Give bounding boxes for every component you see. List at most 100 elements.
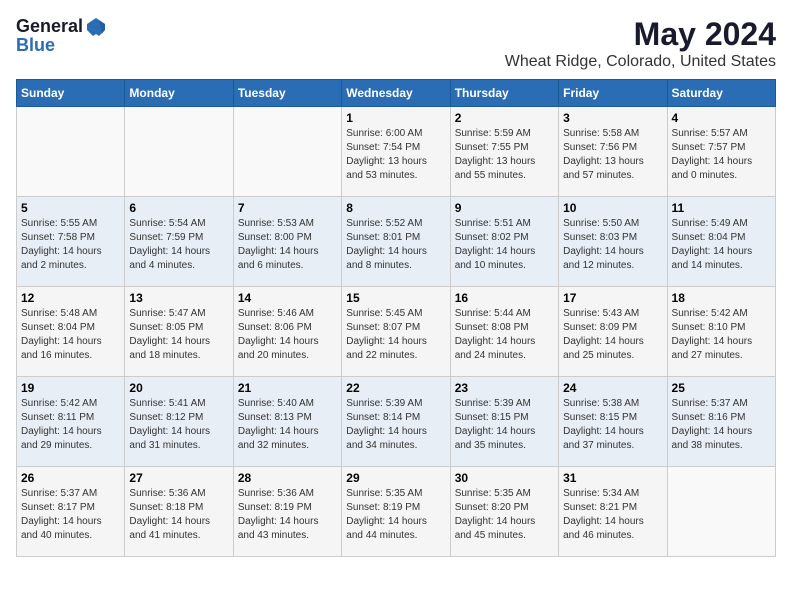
day-info: Sunrise: 5:58 AMSunset: 7:56 PMDaylight:…: [563, 127, 662, 183]
day-info: Sunrise: 6:00 AMSunset: 7:54 PMDaylight:…: [346, 127, 445, 183]
day-info: Sunrise: 5:34 AMSunset: 8:21 PMDaylight:…: [563, 487, 662, 543]
day-number: 24: [563, 381, 662, 395]
calendar-cell: 16 Sunrise: 5:44 AMSunset: 8:08 PMDayligh…: [450, 287, 558, 377]
calendar-cell: 6 Sunrise: 5:54 AMSunset: 7:59 PMDaylight…: [125, 197, 233, 287]
calendar-cell: 15 Sunrise: 5:45 AMSunset: 8:07 PMDayligh…: [342, 287, 450, 377]
calendar-cell: [233, 107, 341, 197]
calendar-cell: 30 Sunrise: 5:35 AMSunset: 8:20 PMDayligh…: [450, 467, 558, 557]
calendar-cell: 25 Sunrise: 5:37 AMSunset: 8:16 PMDayligh…: [667, 377, 775, 467]
calendar-cell: 7 Sunrise: 5:53 AMSunset: 8:00 PMDaylight…: [233, 197, 341, 287]
day-number: 30: [455, 471, 554, 485]
day-number: 20: [129, 381, 228, 395]
day-info: Sunrise: 5:35 AMSunset: 8:19 PMDaylight:…: [346, 487, 445, 543]
day-number: 28: [238, 471, 337, 485]
calendar-cell: 2Sunrise: 5:59 AMSunset: 7:55 PMDaylight…: [450, 107, 558, 197]
day-number: 23: [455, 381, 554, 395]
day-number: 11: [672, 201, 771, 215]
logo-icon: [85, 16, 107, 38]
calendar-cell: 14Sunrise: 5:46 AMSunset: 8:06 PMDayligh…: [233, 287, 341, 377]
day-info: Sunrise: 5:41 AMSunset: 8:12 PMDaylight:…: [129, 397, 228, 453]
calendar-cell: [17, 107, 125, 197]
calendar-cell: 9 Sunrise: 5:51 AMSunset: 8:02 PMDaylight…: [450, 197, 558, 287]
day-info: Sunrise: 5:37 AMSunset: 8:17 PMDaylight:…: [21, 487, 120, 543]
weekday-header-friday: Friday: [559, 80, 667, 107]
calendar-cell: 13 Sunrise: 5:47 AMSunset: 8:05 PMDayligh…: [125, 287, 233, 377]
calendar-week-row: 5Sunrise: 5:55 AMSunset: 7:58 PMDaylight…: [17, 197, 776, 287]
day-number: 16: [455, 291, 554, 305]
day-number: 3: [563, 111, 662, 125]
day-number: 29: [346, 471, 445, 485]
day-number: 7: [238, 201, 337, 215]
day-info: Sunrise: 5:53 AMSunset: 8:00 PMDaylight:…: [238, 217, 337, 273]
calendar-cell: 8Sunrise: 5:52 AMSunset: 8:01 PMDaylight…: [342, 197, 450, 287]
day-number: 22: [346, 381, 445, 395]
day-info: Sunrise: 5:48 AMSunset: 8:04 PMDaylight:…: [21, 307, 120, 363]
calendar-cell: 20 Sunrise: 5:41 AMSunset: 8:12 PMDayligh…: [125, 377, 233, 467]
day-number: 17: [563, 291, 662, 305]
day-info: Sunrise: 5:52 AMSunset: 8:01 PMDaylight:…: [346, 217, 445, 273]
calendar-cell: 19 Sunrise: 5:42 AMSunset: 8:11 PMDayligh…: [17, 377, 125, 467]
logo: General Blue: [16, 16, 107, 56]
weekday-header-wednesday: Wednesday: [342, 80, 450, 107]
weekday-header-monday: Monday: [125, 80, 233, 107]
calendar-cell: 4 Sunrise: 5:57 AMSunset: 7:57 PMDaylight…: [667, 107, 775, 197]
calendar-cell: 29 Sunrise: 5:35 AMSunset: 8:19 PMDayligh…: [342, 467, 450, 557]
day-info: Sunrise: 5:54 AMSunset: 7:59 PMDaylight:…: [129, 217, 228, 273]
day-info: Sunrise: 5:42 AMSunset: 8:10 PMDaylight:…: [672, 307, 771, 363]
day-number: 21: [238, 381, 337, 395]
calendar-cell: 11Sunrise: 5:49 AMSunset: 8:04 PMDayligh…: [667, 197, 775, 287]
calendar-week-row: 26 Sunrise: 5:37 AMSunset: 8:17 PMDayligh…: [17, 467, 776, 557]
day-number: 5: [21, 201, 120, 215]
calendar-cell: 18 Sunrise: 5:42 AMSunset: 8:10 PMDayligh…: [667, 287, 775, 377]
calendar-cell: 12 Sunrise: 5:48 AMSunset: 8:04 PMDayligh…: [17, 287, 125, 377]
day-info: Sunrise: 5:45 AMSunset: 8:07 PMDaylight:…: [346, 307, 445, 363]
day-info: Sunrise: 5:57 AMSunset: 7:57 PMDaylight:…: [672, 127, 771, 183]
weekday-header-sunday: Sunday: [17, 80, 125, 107]
day-info: Sunrise: 5:40 AMSunset: 8:13 PMDaylight:…: [238, 397, 337, 453]
calendar-cell: 21 Sunrise: 5:40 AMSunset: 8:13 PMDayligh…: [233, 377, 341, 467]
day-number: 6: [129, 201, 228, 215]
day-info: Sunrise: 5:43 AMSunset: 8:09 PMDaylight:…: [563, 307, 662, 363]
day-info: Sunrise: 5:42 AMSunset: 8:11 PMDaylight:…: [21, 397, 120, 453]
calendar-cell: 28 Sunrise: 5:36 AMSunset: 8:19 PMDayligh…: [233, 467, 341, 557]
day-number: 26: [21, 471, 120, 485]
weekday-header-tuesday: Tuesday: [233, 80, 341, 107]
calendar-week-row: 1 Sunrise: 6:00 AMSunset: 7:54 PMDaylight…: [17, 107, 776, 197]
weekday-header-row: SundayMondayTuesdayWednesdayThursdayFrid…: [17, 80, 776, 107]
day-info: Sunrise: 5:51 AMSunset: 8:02 PMDaylight:…: [455, 217, 554, 273]
day-number: 10: [563, 201, 662, 215]
day-info: Sunrise: 5:38 AMSunset: 8:15 PMDaylight:…: [563, 397, 662, 453]
day-number: 15: [346, 291, 445, 305]
calendar-cell: 26 Sunrise: 5:37 AMSunset: 8:17 PMDayligh…: [17, 467, 125, 557]
calendar-cell: 17 Sunrise: 5:43 AMSunset: 8:09 PMDayligh…: [559, 287, 667, 377]
title-block: May 2024 Wheat Ridge, Colorado, United S…: [505, 16, 776, 71]
day-info: Sunrise: 5:47 AMSunset: 8:05 PMDaylight:…: [129, 307, 228, 363]
calendar-cell: [667, 467, 775, 557]
day-number: 27: [129, 471, 228, 485]
day-info: Sunrise: 5:59 AMSunset: 7:55 PMDaylight:…: [455, 127, 554, 183]
day-info: Sunrise: 5:37 AMSunset: 8:16 PMDaylight:…: [672, 397, 771, 453]
day-number: 12: [21, 291, 120, 305]
day-info: Sunrise: 5:44 AMSunset: 8:08 PMDaylight:…: [455, 307, 554, 363]
day-number: 25: [672, 381, 771, 395]
calendar-cell: 3 Sunrise: 5:58 AMSunset: 7:56 PMDaylight…: [559, 107, 667, 197]
calendar-cell: [125, 107, 233, 197]
day-number: 18: [672, 291, 771, 305]
day-info: Sunrise: 5:36 AMSunset: 8:18 PMDaylight:…: [129, 487, 228, 543]
day-number: 13: [129, 291, 228, 305]
day-number: 9: [455, 201, 554, 215]
day-number: 19: [21, 381, 120, 395]
calendar-cell: 1 Sunrise: 6:00 AMSunset: 7:54 PMDaylight…: [342, 107, 450, 197]
calendar-cell: 31 Sunrise: 5:34 AMSunset: 8:21 PMDayligh…: [559, 467, 667, 557]
calendar-cell: 27 Sunrise: 5:36 AMSunset: 8:18 PMDayligh…: [125, 467, 233, 557]
weekday-header-thursday: Thursday: [450, 80, 558, 107]
calendar-week-row: 19 Sunrise: 5:42 AMSunset: 8:11 PMDayligh…: [17, 377, 776, 467]
calendar-cell: 23Sunrise: 5:39 AMSunset: 8:15 PMDayligh…: [450, 377, 558, 467]
day-number: 1: [346, 111, 445, 125]
day-info: Sunrise: 5:35 AMSunset: 8:20 PMDaylight:…: [455, 487, 554, 543]
day-info: Sunrise: 5:36 AMSunset: 8:19 PMDaylight:…: [238, 487, 337, 543]
day-info: Sunrise: 5:39 AMSunset: 8:14 PMDaylight:…: [346, 397, 445, 453]
day-number: 31: [563, 471, 662, 485]
day-info: Sunrise: 5:46 AMSunset: 8:06 PMDaylight:…: [238, 307, 337, 363]
day-number: 4: [672, 111, 771, 125]
